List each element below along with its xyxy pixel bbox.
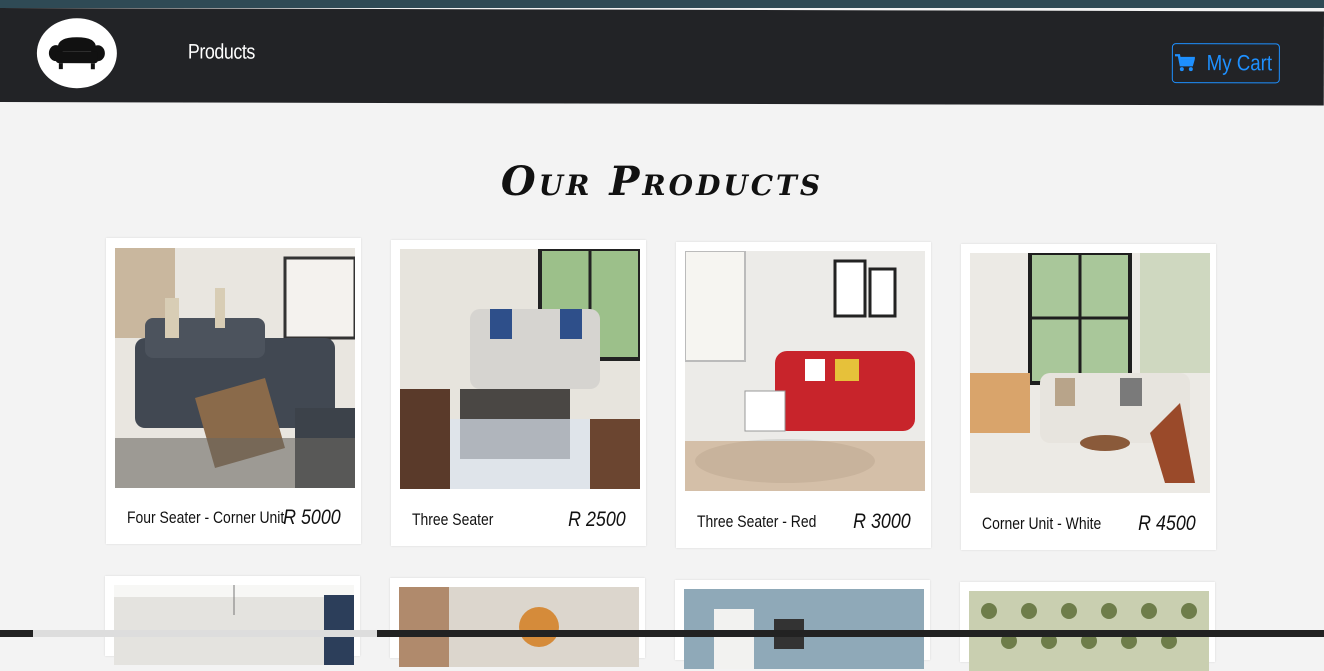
cart-icon: [1174, 54, 1195, 72]
product-price: R 5000: [283, 506, 341, 529]
scrollbar-thumb[interactable]: [33, 630, 377, 637]
page-title: Our Products: [500, 158, 824, 205]
horizontal-scrollbar[interactable]: [0, 630, 1324, 637]
product-image[interactable]: [684, 589, 924, 669]
product-card[interactable]: [960, 582, 1215, 671]
product-image[interactable]: [115, 248, 355, 488]
product-card[interactable]: Four Seater - Corner Unit R 5000: [106, 238, 361, 544]
product-name: Three Seater - Red: [697, 512, 817, 531]
product-name: Three Seater: [412, 510, 494, 529]
product-card[interactable]: Three Seater - Red R 3000: [676, 242, 931, 548]
product-card[interactable]: Three Seater R 2500: [391, 240, 646, 546]
product-name: Corner Unit - White: [982, 514, 1102, 533]
product-price: R 4500: [1138, 512, 1196, 535]
my-cart-button[interactable]: My Cart: [1171, 43, 1280, 84]
product-price: R 3000: [853, 510, 911, 533]
cart-label: My Cart: [1206, 50, 1272, 76]
product-card[interactable]: [390, 578, 645, 667]
product-price: R 2500: [568, 508, 626, 531]
product-card[interactable]: Corner Unit - White R 4500: [961, 244, 1216, 550]
product-image[interactable]: [970, 253, 1210, 493]
sofa-icon: [48, 37, 105, 70]
product-card[interactable]: [105, 576, 360, 665]
product-image[interactable]: [399, 587, 639, 667]
product-image[interactable]: [400, 249, 640, 489]
navbar: Products My Cart: [0, 8, 1324, 106]
top-strip: [0, 0, 1324, 8]
nav-products-link[interactable]: Products: [188, 40, 255, 64]
logo[interactable]: [36, 18, 117, 89]
product-card[interactable]: [675, 580, 930, 669]
product-name: Four Seater - Corner Unit: [127, 508, 285, 527]
product-image[interactable]: [685, 251, 925, 491]
product-image[interactable]: [114, 585, 354, 665]
